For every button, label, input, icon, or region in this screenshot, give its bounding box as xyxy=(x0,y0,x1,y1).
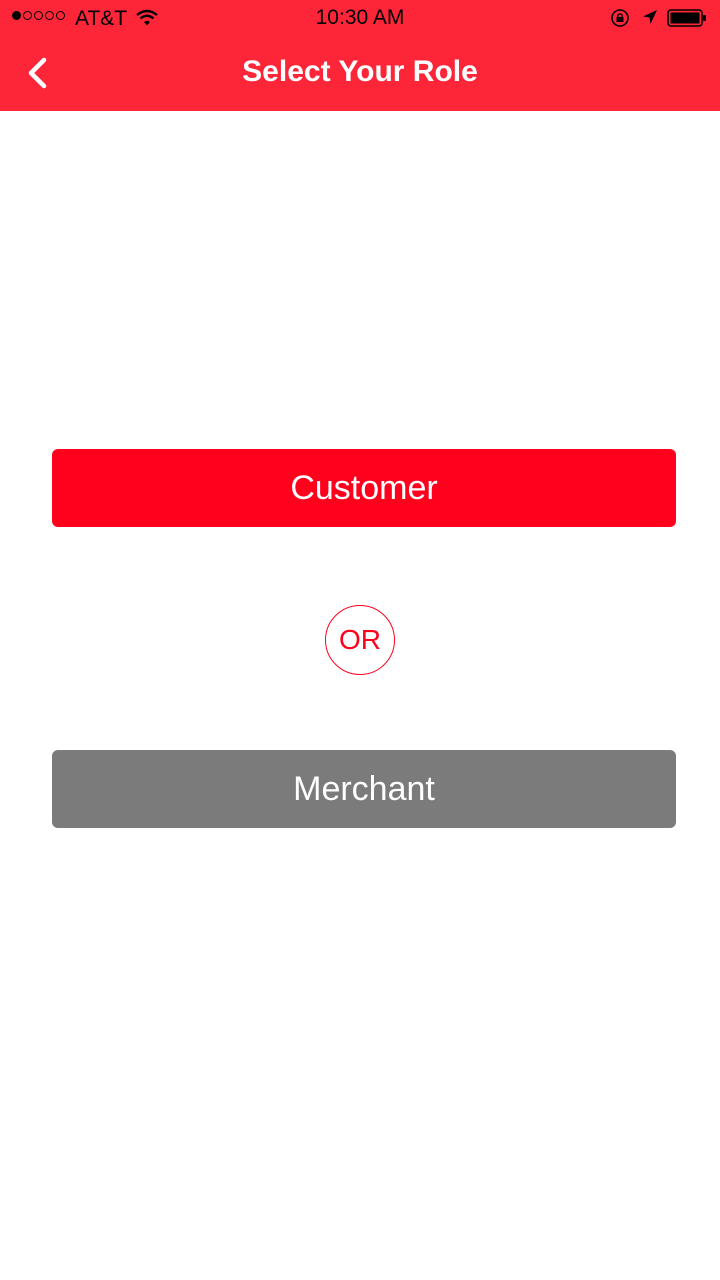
merchant-role-button[interactable]: Merchant xyxy=(52,750,676,828)
screen: AT&T 10:30 AM Select Your Role Customer … xyxy=(0,0,720,1280)
or-divider: OR xyxy=(325,605,395,675)
customer-role-label: Customer xyxy=(290,468,438,507)
or-label: OR xyxy=(339,624,381,655)
location-arrow-icon xyxy=(643,10,657,24)
customer-role-button[interactable]: Customer xyxy=(52,449,676,527)
rotation-lock-icon xyxy=(611,9,629,27)
nav-bar: Select Your Role xyxy=(0,36,720,111)
battery-icon xyxy=(667,9,706,27)
merchant-role-label: Merchant xyxy=(293,769,435,808)
app-header: AT&T 10:30 AM Select Your Role xyxy=(0,0,720,111)
status-bar: AT&T 10:30 AM xyxy=(0,0,720,36)
page-title: Select Your Role xyxy=(242,55,478,88)
